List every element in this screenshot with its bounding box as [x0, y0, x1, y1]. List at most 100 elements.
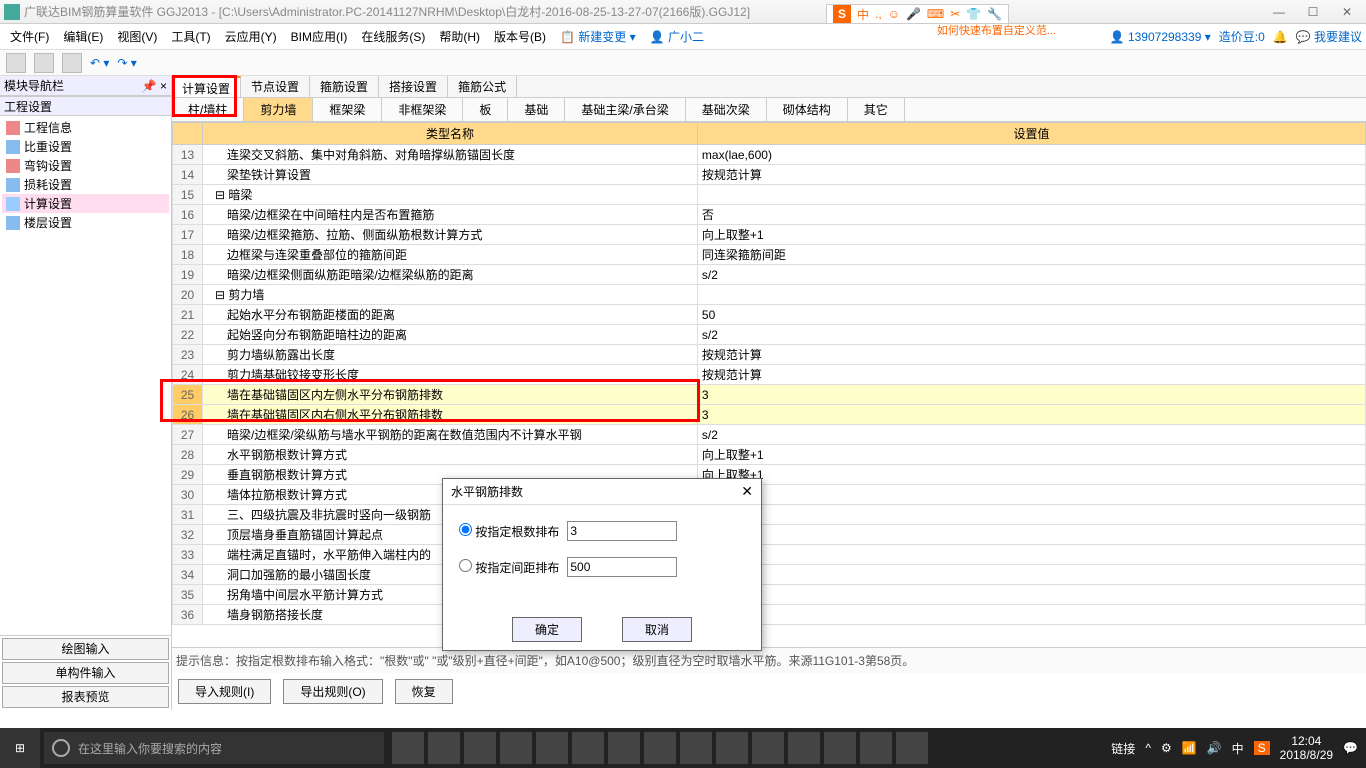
subtab-2[interactable]: 框架梁	[313, 98, 382, 121]
undo-button[interactable]: ↶ ▾	[90, 56, 109, 70]
grid-row[interactable]: 32顶层墙身垂直筋锚固计算起点	[173, 525, 1366, 545]
close-button[interactable]: ✕	[1332, 5, 1362, 19]
report-preview-button[interactable]: 报表预览	[2, 686, 169, 708]
tab-1[interactable]: 节点设置	[241, 76, 310, 97]
grid-row[interactable]: 19暗梁/边框梁侧面纵筋距暗梁/边框梁纵筋的距离s/2	[173, 265, 1366, 285]
subtab-4[interactable]: 板	[463, 98, 508, 121]
pin-icon[interactable]: 📌 ×	[142, 79, 167, 93]
subtab-5[interactable]: 基础	[508, 98, 565, 121]
ime-skin-icon[interactable]: 👕	[966, 7, 981, 21]
grid-row[interactable]: 21起始水平分布钢筋距楼面的距离50	[173, 305, 1366, 325]
user-label[interactable]: 广小二	[668, 30, 704, 44]
grid-row[interactable]: 18边框梁与连梁重叠部位的箍筋间距同连梁箍筋间距	[173, 245, 1366, 265]
tray-icon[interactable]: 📶	[1182, 741, 1197, 755]
save-icon[interactable]	[62, 53, 82, 73]
dialog-close-icon[interactable]: ✕	[741, 483, 753, 500]
menu-cloud[interactable]: 云应用(Y)	[219, 26, 283, 47]
app-icon[interactable]	[896, 732, 928, 764]
subtab-7[interactable]: 基础次梁	[686, 98, 767, 121]
grid-row[interactable]: 30墙体拉筋根数计算方式	[173, 485, 1366, 505]
menu-help[interactable]: 帮助(H)	[433, 26, 486, 47]
app-icon[interactable]	[536, 732, 568, 764]
export-rule-button[interactable]: 导出规则(O)	[283, 679, 382, 704]
subtab-1[interactable]: 剪力墙	[244, 98, 313, 121]
ime-tool-icon[interactable]: 🔧	[987, 7, 1002, 21]
tree-header[interactable]: 工程设置	[0, 96, 171, 116]
search-box[interactable]: 在这里输入你要搜索的内容	[44, 732, 384, 764]
suggest-button[interactable]: 💬 我要建议	[1296, 28, 1362, 45]
ad-text[interactable]: 如何快速布置自定义范...	[937, 22, 1056, 38]
app-icon[interactable]	[824, 732, 856, 764]
bell-icon[interactable]: 🔔	[1273, 30, 1288, 44]
grid-row[interactable]: 14梁垫铁计算设置按规范计算	[173, 165, 1366, 185]
opt-by-spacing[interactable]: 按指定间距排布	[459, 559, 559, 576]
clock[interactable]: 12:042018/8/29	[1280, 734, 1333, 762]
app-icon[interactable]	[716, 732, 748, 764]
tree-node[interactable]: 弯钩设置	[2, 156, 169, 175]
open-icon[interactable]	[34, 53, 54, 73]
new-change-button[interactable]: 新建变更	[578, 30, 626, 44]
ime-toolbar[interactable]: S 中 ., ☺ 🎤 ⌨ ✂ 👕 🔧	[826, 4, 1009, 24]
grid-row[interactable]: 33端柱满足直锚时，水平筋伸入端柱内的	[173, 545, 1366, 565]
start-button[interactable]: ⊞	[0, 728, 40, 768]
settings-grid[interactable]: 类型名称 设置值 13连梁交叉斜筋、集中对角斜筋、对角暗撑纵筋锚固长度max(l…	[172, 122, 1366, 625]
grid-row[interactable]: 35拐角墙中间层水平筋计算方式	[173, 585, 1366, 605]
notification-icon[interactable]: 💬	[1343, 741, 1358, 755]
ime-lang[interactable]: 中	[857, 6, 869, 23]
ie-icon[interactable]	[608, 732, 640, 764]
taskview-icon[interactable]	[392, 732, 424, 764]
subtab-0[interactable]: 柱/墙柱	[172, 98, 244, 121]
import-rule-button[interactable]: 导入规则(I)	[178, 679, 271, 704]
ok-button[interactable]: 确定	[512, 617, 582, 642]
tree-node[interactable]: 楼层设置	[2, 213, 169, 232]
minimize-button[interactable]: —	[1264, 5, 1294, 19]
count-input[interactable]	[567, 521, 677, 541]
tab-4[interactable]: 箍筋公式	[448, 76, 517, 97]
cancel-button[interactable]: 取消	[622, 617, 692, 642]
grid-row[interactable]: 34洞口加强筋的最小锚固长度	[173, 565, 1366, 585]
app-icon[interactable]	[752, 732, 784, 764]
tree-node[interactable]: 工程信息	[2, 118, 169, 137]
tab-2[interactable]: 箍筋设置	[310, 76, 379, 97]
menu-tool[interactable]: 工具(T)	[165, 26, 216, 47]
single-input-button[interactable]: 单构件输入	[2, 662, 169, 684]
app-icon[interactable]	[464, 732, 496, 764]
menu-file[interactable]: 文件(F)	[4, 26, 55, 47]
grid-row[interactable]: 15⊟ 暗梁	[173, 185, 1366, 205]
app-icon[interactable]	[788, 732, 820, 764]
grid-row[interactable]: 20⊟ 剪力墙	[173, 285, 1366, 305]
redo-button[interactable]: ↷ ▾	[117, 56, 136, 70]
menu-edit[interactable]: 编辑(E)	[57, 26, 109, 47]
ime-kb-icon[interactable]: ⌨	[927, 7, 944, 21]
phone-label[interactable]: 👤 13907298339 ▾	[1110, 30, 1211, 44]
ime-icon[interactable]: 中	[1232, 740, 1244, 757]
grid-row[interactable]: 31三、四级抗震及非抗震时竖向一级钢筋	[173, 505, 1366, 525]
grid-row[interactable]: 16暗梁/边框梁在中间暗柱内是否布置箍筋否	[173, 205, 1366, 225]
grid-row[interactable]: 23剪力墙纵筋露出长度按规范计算	[173, 345, 1366, 365]
tab-0[interactable]: 计算设置	[172, 76, 241, 97]
menu-bim[interactable]: BIM应用(I)	[285, 26, 354, 47]
subtab-9[interactable]: 其它	[848, 98, 905, 121]
ime-s-icon[interactable]: S	[1254, 741, 1270, 755]
new-icon[interactable]	[6, 53, 26, 73]
app-icon[interactable]	[680, 732, 712, 764]
menu-view[interactable]: 视图(V)	[111, 26, 163, 47]
tree-node[interactable]: 损耗设置	[2, 175, 169, 194]
app-icon[interactable]	[860, 732, 892, 764]
link-label[interactable]: 链接	[1111, 740, 1135, 757]
explorer-icon[interactable]	[644, 732, 676, 764]
tray-icon[interactable]: ⚙	[1161, 741, 1172, 755]
grid-row[interactable]: 29垂直钢筋根数计算方式向上取整+1	[173, 465, 1366, 485]
grid-row[interactable]: 28水平钢筋根数计算方式向上取整+1	[173, 445, 1366, 465]
subtab-8[interactable]: 砌体结构	[767, 98, 848, 121]
subtab-6[interactable]: 基础主梁/承台梁	[565, 98, 685, 121]
tab-3[interactable]: 搭接设置	[379, 76, 448, 97]
restore-button[interactable]: 恢复	[395, 679, 453, 704]
grid-row[interactable]: 26墙在基础锚固区内右侧水平分布钢筋排数3	[173, 405, 1366, 425]
grid-row[interactable]: 27暗梁/边框梁/梁纵筋与墙水平钢筋的距离在数值范围内不计算水平钢s/2	[173, 425, 1366, 445]
tree-node[interactable]: 计算设置	[2, 194, 169, 213]
menu-version[interactable]: 版本号(B)	[488, 26, 552, 47]
opt-by-count[interactable]: 按指定根数排布	[459, 523, 559, 540]
draw-input-button[interactable]: 绘图输入	[2, 638, 169, 660]
spacing-input[interactable]	[567, 557, 677, 577]
